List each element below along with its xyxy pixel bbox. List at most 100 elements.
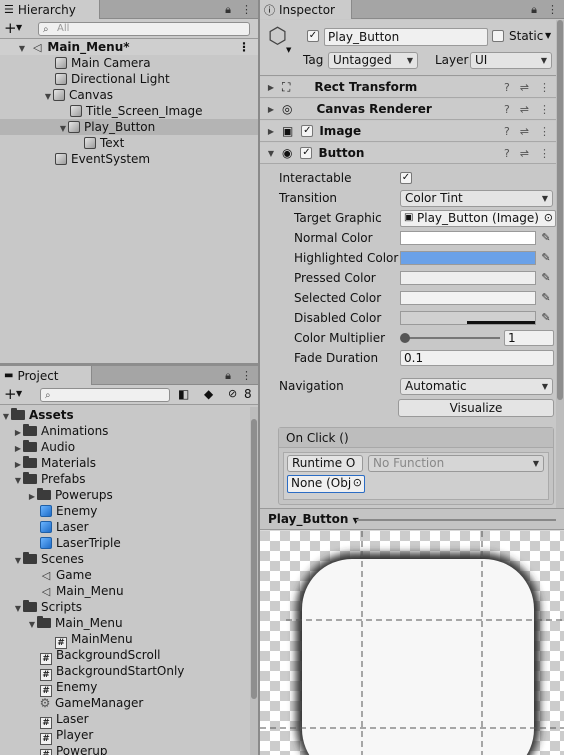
lock-icon[interactable]: 🔒︎ [225, 3, 231, 17]
help-icon[interactable]: ? [504, 125, 510, 138]
interactable-checkbox[interactable]: ✓ [400, 172, 412, 184]
scene-menu-icon[interactable]: ⋮ [238, 39, 250, 55]
filter-label-icon[interactable]: ◆ [204, 387, 213, 401]
filter-type-icon[interactable]: ◧ [178, 387, 189, 401]
presets-icon[interactable]: ⇌ [520, 81, 529, 94]
visualize-button[interactable]: Visualize [398, 399, 554, 417]
eyedropper-icon[interactable]: ✎ [540, 292, 552, 304]
preview-title-dropdown[interactable]: Play_Button ▼ [268, 512, 359, 526]
hierarchy-item-main-camera[interactable]: Main Camera [0, 55, 258, 71]
project-item-scenes[interactable]: ▼ Scenes [0, 551, 248, 567]
inspector-scrollbar-thumb[interactable] [557, 20, 563, 400]
project-item-laser-prefab[interactable]: Laser [0, 519, 248, 535]
project-item-enemy-script[interactable]: # Enemy [0, 679, 248, 697]
preview-drag-handle[interactable] [356, 519, 556, 521]
collapse-icon[interactable]: ▶ [266, 83, 276, 92]
object-picker-icon[interactable]: ⊙ [353, 476, 362, 490]
lock-icon[interactable]: 🔒︎ [531, 3, 537, 17]
target-object-field[interactable]: None (Obj ⊙ [287, 475, 365, 493]
normal-color-swatch[interactable] [400, 231, 536, 245]
scene-row[interactable]: ▼ ◁ Main_Menu* ⋮ [0, 39, 258, 55]
presets-icon[interactable]: ⇌ [520, 147, 529, 160]
component-rect-transform[interactable]: ▶ ⛶ Rect Transform ? ⇌ ⋮ [260, 77, 556, 98]
add-icon[interactable]: + [4, 19, 17, 37]
project-scrollbar-thumb[interactable] [251, 419, 257, 699]
add-dropdown-icon[interactable]: ▼ [16, 389, 22, 398]
project-item-enemy-prefab[interactable]: Enemy [0, 503, 248, 519]
transition-dropdown[interactable]: Color Tint ▼ [400, 190, 553, 207]
color-multiplier-input[interactable]: 1 [504, 330, 554, 346]
collapse-icon[interactable]: ▶ [266, 127, 276, 136]
project-item-prefabs[interactable]: ▼ Prefabs [0, 471, 248, 487]
help-icon[interactable]: ? [504, 103, 510, 116]
project-item-materials[interactable]: ▶ Materials [0, 455, 248, 471]
project-item-game-scene[interactable]: ◁ Game [0, 567, 248, 583]
hierarchy-item-canvas[interactable]: ▼ Canvas [0, 87, 258, 103]
target-graphic-field[interactable]: ▣ Play_Button (Image) ⊙ [400, 210, 556, 227]
hierarchy-item-text[interactable]: Text [0, 135, 258, 151]
object-picker-icon[interactable]: ⊙ [544, 211, 553, 225]
menu-icon[interactable]: ⋮ [539, 103, 550, 116]
help-icon[interactable]: ? [504, 147, 510, 160]
button-enabled-checkbox[interactable]: ✓ [300, 147, 313, 159]
menu-icon[interactable]: ⋮ [241, 3, 252, 17]
object-name-input[interactable]: Play_Button [324, 28, 488, 46]
add-dropdown-icon[interactable]: ▼ [16, 23, 22, 32]
project-item-main-menu-folder[interactable]: ▼ Main_Menu [0, 615, 248, 631]
eyedropper-icon[interactable]: ✎ [540, 232, 552, 244]
hierarchy-item-play-button[interactable]: ▼ Play_Button [0, 119, 258, 135]
menu-icon[interactable]: ⋮ [241, 369, 252, 383]
add-icon[interactable]: + [4, 385, 17, 403]
layer-dropdown[interactable]: UI ▼ [470, 52, 552, 69]
presets-icon[interactable]: ⇌ [520, 125, 529, 138]
pressed-color-swatch[interactable] [400, 271, 536, 285]
hierarchy-search-input[interactable]: ⌕ All [38, 22, 250, 36]
disabled-color-swatch[interactable] [400, 311, 536, 325]
hierarchy-item-eventsystem[interactable]: EventSystem [0, 151, 258, 167]
project-item-main-menu-scene[interactable]: ◁ Main_Menu [0, 583, 248, 599]
project-item-laser-script[interactable]: # Laser [0, 711, 248, 729]
project-item-lasertriple-prefab[interactable]: LaserTriple [0, 535, 248, 551]
collapse-icon[interactable]: ▶ [266, 105, 276, 114]
eyedropper-icon[interactable]: ✎ [540, 272, 552, 284]
project-item-powerup-script[interactable]: # Powerup [0, 743, 248, 755]
menu-icon[interactable]: ⋮ [539, 147, 550, 160]
menu-icon[interactable]: ⋮ [539, 125, 550, 138]
active-checkbox[interactable]: ✓ [307, 30, 319, 42]
project-item-backgroundstartonly-script[interactable]: # BackgroundStartOnly [0, 663, 248, 681]
function-dropdown[interactable]: No Function ▼ [368, 455, 544, 472]
project-item-animations[interactable]: ▶ Animations [0, 423, 248, 439]
project-item-player-script[interactable]: # Player [0, 727, 248, 745]
project-item-powerups[interactable]: ▶ Powerups [0, 487, 248, 503]
eyedropper-icon[interactable]: ✎ [540, 312, 552, 324]
project-item-scripts[interactable]: ▼ Scripts [0, 599, 248, 615]
static-checkbox[interactable] [492, 30, 504, 42]
color-multiplier-slider-track[interactable] [404, 337, 500, 339]
component-canvas-renderer[interactable]: ▶ ◎ Canvas Renderer ? ⇌ ⋮ [260, 99, 556, 120]
fade-duration-input[interactable]: 0.1 [400, 350, 554, 366]
color-multiplier-slider-thumb[interactable] [400, 333, 410, 343]
runtime-dropdown[interactable]: Runtime O [287, 455, 363, 472]
expand-icon[interactable]: ▼ [266, 149, 276, 158]
project-scrollbar[interactable] [250, 407, 258, 755]
menu-icon[interactable]: ⋮ [547, 3, 558, 17]
hierarchy-item-title-screen-image[interactable]: Title_Screen_Image [0, 103, 258, 119]
menu-icon[interactable]: ⋮ [539, 81, 550, 94]
presets-icon[interactable]: ⇌ [520, 103, 529, 116]
hidden-packages-icon[interactable]: ⊘ [228, 387, 237, 400]
highlighted-color-swatch[interactable] [400, 251, 536, 265]
hierarchy-tab[interactable]: ☰ Hierarchy [0, 0, 100, 19]
project-tab[interactable]: ▬ Project [0, 366, 92, 385]
inspector-scrollbar[interactable] [556, 20, 564, 508]
hierarchy-item-directional-light[interactable]: Directional Light [0, 71, 258, 87]
navigation-dropdown[interactable]: Automatic ▼ [400, 378, 553, 395]
tag-dropdown[interactable]: Untagged ▼ [328, 52, 418, 69]
image-enabled-checkbox[interactable]: ✓ [301, 125, 314, 137]
project-item-mainmenu-script[interactable]: # MainMenu [0, 631, 248, 649]
help-icon[interactable]: ? [504, 81, 510, 94]
component-button[interactable]: ▼ ◉ ✓ Button ? ⇌ ⋮ [260, 143, 556, 164]
inspector-tab[interactable]: ⓘ Inspector [260, 0, 352, 19]
selected-color-swatch[interactable] [400, 291, 536, 305]
project-search-input[interactable]: ⌕ [40, 388, 170, 402]
eyedropper-icon[interactable]: ✎ [540, 252, 552, 264]
